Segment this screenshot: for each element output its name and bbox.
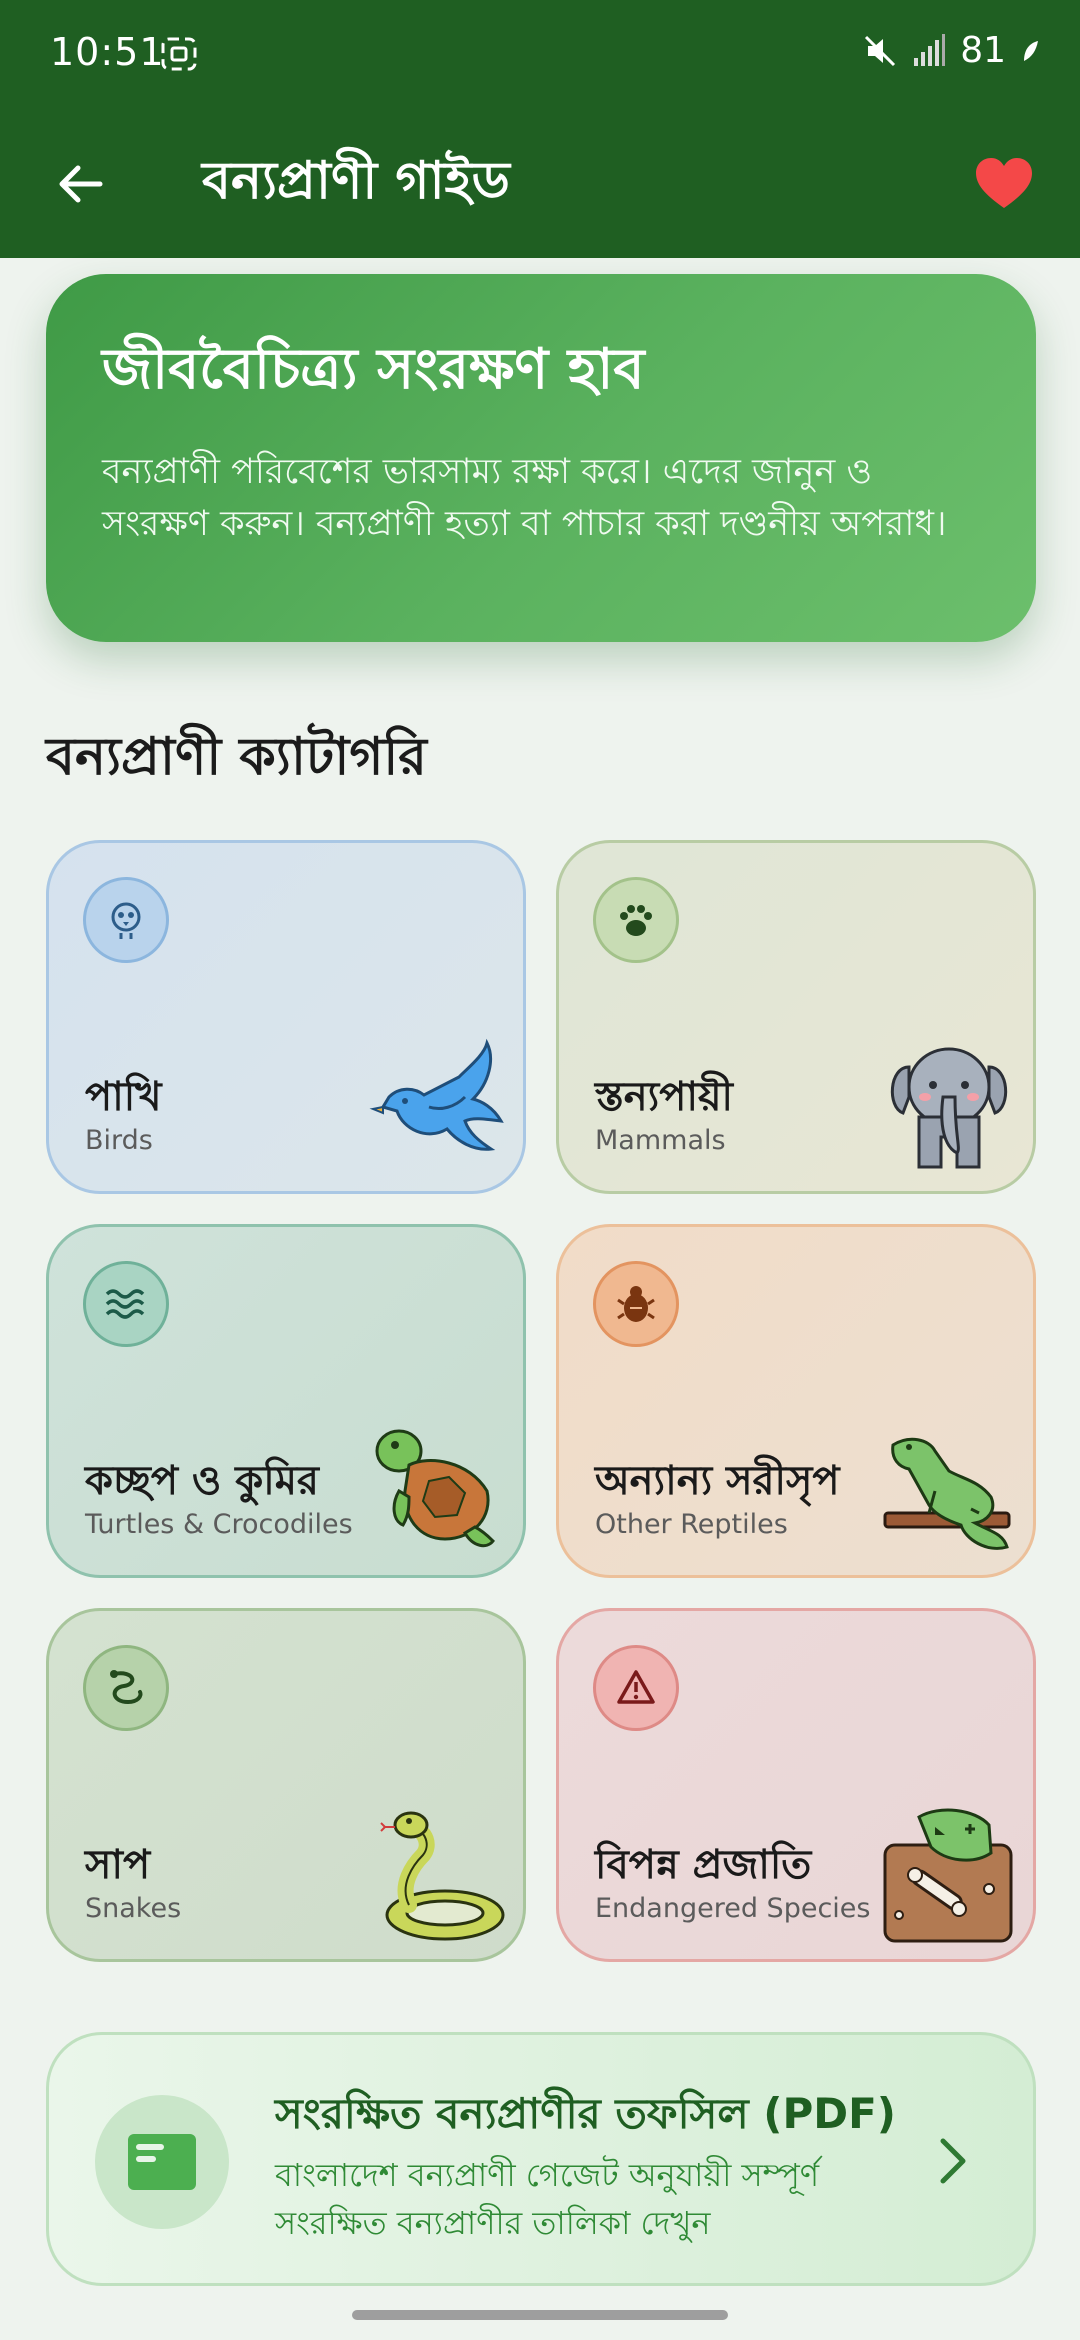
screenshot-icon <box>161 37 197 71</box>
status-indicators: 81 <box>862 30 1040 71</box>
category-badge <box>83 877 169 963</box>
page-title: বন্যপ্রাণী গাইড <box>202 151 510 211</box>
fossil-illustration <box>883 1808 1013 1943</box>
arrow-left-icon <box>59 165 103 203</box>
home-indicator[interactable] <box>352 2310 728 2320</box>
paw-icon <box>620 905 652 936</box>
waves-icon <box>105 1289 145 1319</box>
turtle-illustration <box>375 1429 495 1548</box>
heart-icon <box>976 158 1032 208</box>
category-badge <box>83 1645 169 1731</box>
chevron-right-icon <box>940 2138 966 2184</box>
hero-text: বন্যপ্রাণী পরিবেশের ভারসাম্য রক্ষা করে। … <box>102 452 947 544</box>
hero-title: জীববৈচিত্র্য সংরক্ষণ হাব <box>102 337 645 402</box>
lizard-illustration <box>883 1437 1011 1550</box>
back-button[interactable] <box>44 148 116 220</box>
category-badge <box>83 1261 169 1347</box>
category-card-snakes[interactable]: সাপ Snakes <box>46 1608 526 1962</box>
category-name: স্তন্যপায়ী <box>595 1074 733 1120</box>
category-subtitle: Other Reptiles <box>595 1509 788 1540</box>
section-title: বন্যপ্রাণী ক্যাটাগরি <box>46 727 427 787</box>
category-subtitle: Snakes <box>85 1893 182 1924</box>
category-badge <box>593 1645 679 1731</box>
category-card-mammals[interactable]: স্তন্যপায়ী Mammals <box>556 840 1036 1194</box>
category-name: কচ্ছপ ও কুমির <box>85 1458 319 1504</box>
battery-saver-icon <box>1024 40 1038 61</box>
bird-icon <box>111 902 141 939</box>
category-subtitle: Birds <box>85 1125 153 1156</box>
status-time: 10:51 <box>50 30 165 74</box>
pdf-icon-circle <box>95 2095 229 2229</box>
pdf-description: বাংলাদেশ বন্যপ্রাণী গেজেট অনুযায়ী সম্পূ… <box>275 2156 820 2242</box>
category-name: বিপন্ন প্রজাতি <box>595 1842 812 1888</box>
category-card-birds[interactable]: পাখি Birds <box>46 840 526 1194</box>
app-bar: বন্যপ্রাণী গাইড <box>0 112 1080 258</box>
battery-level: 81 <box>960 30 1006 71</box>
hero-card: জীববৈচিত্র্য সংরক্ষণ হাব বন্যপ্রাণী পরিব… <box>46 274 1036 642</box>
category-card-turtles[interactable]: কচ্ছপ ও কুমির Turtles & Crocodiles <box>46 1224 526 1578</box>
status-bar: 10:51 81 <box>0 0 1080 112</box>
elephant-illustration <box>890 1047 1008 1169</box>
category-name: সাপ <box>85 1842 151 1888</box>
document-icon <box>128 2134 196 2190</box>
category-subtitle: Mammals <box>595 1125 726 1156</box>
warning-icon <box>617 1670 655 1704</box>
bug-icon <box>617 1286 655 1322</box>
category-subtitle: Turtles & Crocodiles <box>85 1509 353 1540</box>
favorite-button[interactable] <box>968 148 1040 220</box>
category-card-endangered[interactable]: বিপন্ন প্রজাতি Endangered Species <box>556 1608 1036 1962</box>
category-badge <box>593 1261 679 1347</box>
snake-illustration <box>380 1811 505 1941</box>
pdf-list-card[interactable]: সংরক্ষিত বন্যপ্রাণীর তফসিল (PDF) বাংলাদে… <box>46 2032 1036 2286</box>
pdf-title: সংরক্ষিত বন্যপ্রাণীর তফসিল (PDF) <box>275 2089 897 2138</box>
category-badge <box>593 877 679 963</box>
bird-illustration <box>369 1038 504 1151</box>
category-name: অন্যান্য সরীসৃপ <box>595 1458 840 1504</box>
category-name: পাখি <box>85 1074 162 1120</box>
category-card-reptiles[interactable]: অন্যান্য সরীসৃপ Other Reptiles <box>556 1224 1036 1578</box>
snake-icon <box>110 1670 143 1705</box>
signal-icon <box>914 33 946 66</box>
mute-icon <box>865 35 896 66</box>
category-subtitle: Endangered Species <box>595 1893 871 1924</box>
